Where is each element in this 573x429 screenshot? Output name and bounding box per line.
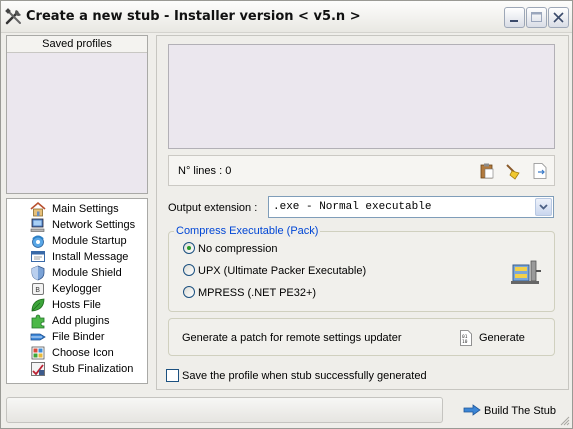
puzzle-icon: [31, 314, 45, 329]
nav-item-module-startup[interactable]: Module Startup: [28, 233, 147, 249]
compress-press-icon: [511, 260, 541, 284]
nav-item-label: Module Shield: [52, 267, 122, 279]
nav-item-network-settings[interactable]: Network Settings: [28, 217, 147, 233]
window-title: Create a new stub - Installer version < …: [26, 9, 361, 24]
stub-builder-window: Create a new stub - Installer version < …: [0, 0, 573, 429]
nav-item-label: Choose Icon: [52, 347, 114, 359]
nav-item-label: Module Startup: [52, 235, 127, 247]
saved-profiles-panel[interactable]: Saved profiles: [6, 35, 148, 194]
patch-group: Generate a patch for remote settings upd…: [168, 318, 555, 356]
leaf-icon: [31, 298, 45, 312]
finalize-icon: [31, 362, 45, 376]
radio-indicator: [183, 242, 195, 254]
nav-item-label: Network Settings: [52, 219, 136, 231]
export-file-icon[interactable]: [531, 162, 549, 180]
binder-icon: [30, 333, 46, 341]
resize-grip-icon[interactable]: [560, 416, 570, 426]
nav-item-main-settings[interactable]: Main Settings: [28, 201, 147, 217]
radio-indicator: [183, 264, 195, 276]
save-profile-label: Save the profile when stub successfully …: [182, 370, 427, 382]
close-icon: [553, 12, 564, 23]
clipboard-paste-icon[interactable]: [478, 162, 496, 180]
svg-text:10: 10: [462, 339, 468, 345]
house-icon: [30, 201, 46, 217]
radio-upx[interactable]: UPX (Ultimate Packer Executable): [183, 264, 366, 280]
build-stub-label: Build The Stub: [484, 405, 556, 417]
title-bar[interactable]: Create a new stub - Installer version < …: [1, 1, 572, 33]
build-progress-bar: [6, 397, 443, 423]
message-icon: [31, 251, 45, 262]
generate-button-label: Generate: [479, 332, 525, 344]
compress-group: Compress Executable (Pack) No compressio…: [168, 225, 555, 312]
save-profile-checkbox[interactable]: Save the profile when stub successfully …: [166, 369, 427, 385]
patch-label: Generate a patch for remote settings upd…: [182, 332, 402, 344]
line-count-label: N° lines : 0: [178, 165, 232, 177]
minimize-icon: [510, 20, 518, 22]
close-button[interactable]: [548, 7, 569, 28]
checkbox-indicator: [166, 369, 179, 382]
preview-text-area[interactable]: [168, 44, 555, 149]
maximize-button[interactable]: [526, 7, 547, 28]
shield-icon: [31, 265, 45, 281]
radio-mpress[interactable]: MPRESS (.NET PE32+): [183, 286, 316, 302]
minimize-button[interactable]: [504, 7, 525, 28]
nav-item-file-binder[interactable]: File Binder: [28, 329, 147, 345]
saved-profiles-header: Saved profiles: [7, 36, 147, 53]
network-computer-icon: [30, 218, 45, 232]
generate-button[interactable]: 01 10 Generate: [457, 327, 537, 349]
build-stub-button[interactable]: Build The Stub: [456, 397, 566, 423]
nav-item-install-message[interactable]: Install Message: [28, 249, 147, 265]
startup-icon: [32, 235, 44, 248]
nav-item-label: File Binder: [52, 331, 105, 343]
maximize-icon: [531, 12, 542, 22]
tools-icon: [5, 8, 21, 25]
section-nav-list: Main Settings Network Settings Module St…: [6, 198, 148, 384]
chevron-down-icon: [539, 204, 548, 210]
radio-label: MPRESS (.NET PE32+): [198, 287, 317, 299]
nav-item-choose-icon[interactable]: Choose Icon: [28, 345, 147, 361]
radio-no-compression[interactable]: No compression: [183, 242, 277, 258]
nav-item-label: Hosts File: [52, 299, 101, 311]
compress-group-legend: Compress Executable (Pack): [174, 225, 321, 237]
nav-item-add-plugins[interactable]: Add plugins: [28, 313, 147, 329]
binary-file-icon: 0110: [460, 330, 472, 346]
output-extension-select[interactable]: .exe - Normal executable: [268, 196, 554, 218]
lines-toolbar: N° lines : 0: [168, 155, 555, 186]
nav-item-hosts-file[interactable]: Hosts File: [28, 297, 147, 313]
nav-item-label: Stub Finalization: [52, 363, 134, 375]
icon-picker-icon: [31, 346, 45, 360]
settings-panel: N° lines : 0 Output extension : .exe - N…: [156, 35, 569, 390]
svg-text:B: B: [35, 286, 40, 294]
radio-label: UPX (Ultimate Packer Executable): [198, 265, 367, 277]
nav-item-keylogger[interactable]: B Keylogger: [28, 281, 147, 297]
nav-item-label: Install Message: [52, 251, 129, 263]
arrow-right-icon: [463, 404, 481, 416]
nav-item-label: Add plugins: [52, 315, 110, 327]
nav-item-stub-finalization[interactable]: Stub Finalization: [28, 361, 147, 377]
nav-item-label: Main Settings: [52, 203, 119, 215]
dropdown-arrow-button[interactable]: [535, 198, 552, 216]
output-extension-label: Output extension :: [168, 202, 258, 214]
radio-label: No compression: [198, 243, 278, 255]
nav-item-label: Keylogger: [52, 283, 102, 295]
keyboard-key-icon: B: [32, 283, 44, 295]
radio-indicator: [183, 286, 195, 298]
nav-item-module-shield[interactable]: Module Shield: [28, 265, 147, 281]
output-extension-value: .exe - Normal executable: [273, 201, 432, 213]
broom-clear-icon[interactable]: [504, 162, 522, 180]
